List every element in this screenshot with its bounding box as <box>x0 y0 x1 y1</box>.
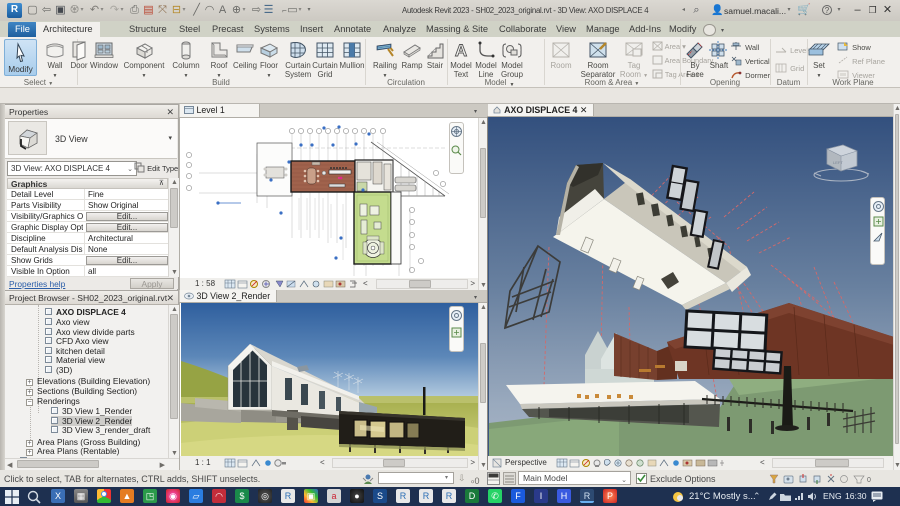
svg-text:LEFT: LEFT <box>833 160 843 165</box>
svg-text:0: 0 <box>867 477 871 484</box>
svg-text:A: A <box>455 41 467 60</box>
